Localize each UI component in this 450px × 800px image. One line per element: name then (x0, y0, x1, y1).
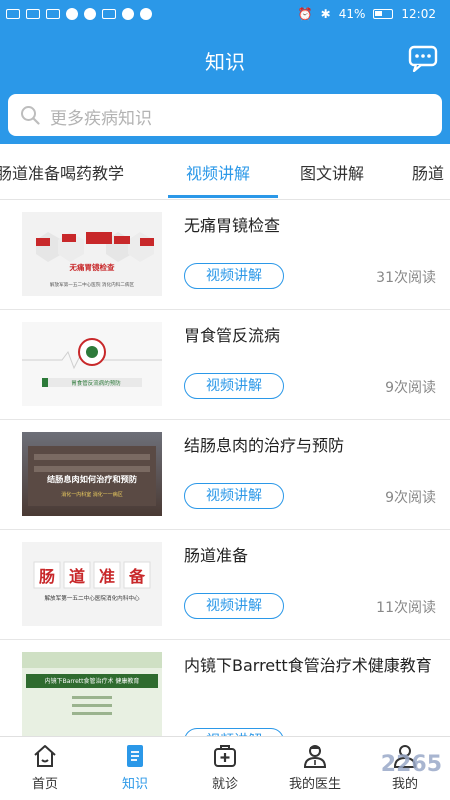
category-badge: 视频讲解 (184, 483, 284, 509)
category-badge: 视频讲解 (184, 728, 284, 736)
watermark-logo: 2265 (380, 752, 442, 777)
notification-icon (122, 8, 134, 20)
battery-percent: 41% (338, 7, 366, 21)
thumbnail-char: 肠 (39, 567, 55, 586)
signal-icon (26, 9, 40, 19)
video-thumbnail[interactable]: 内镜下Barrett食管治疗术 健康教育 (22, 652, 162, 736)
thumbnail-title: 无痛胃镜检查 (69, 262, 115, 272)
status-icons-right: ⏰ ✱ 41% 12:02 (298, 7, 436, 21)
read-count: 9次阅读 (385, 490, 436, 506)
tab-video[interactable]: 视频讲解 (186, 160, 250, 184)
wifi-icon (66, 8, 78, 20)
read-count: 11次阅读 (376, 600, 436, 616)
tab-bowel[interactable]: 肠道 (412, 160, 444, 184)
category-badge: 视频讲解 (184, 373, 284, 399)
signal-icon (46, 9, 60, 19)
active-tab-indicator (168, 195, 278, 198)
tab-bowel-prep-teaching[interactable]: 肠道准备喝药教学 (0, 160, 124, 184)
home-icon (34, 745, 56, 767)
search-input[interactable]: 更多疾病知识 (8, 94, 442, 136)
item-title[interactable]: 胃食管反流病 (184, 324, 434, 348)
item-title[interactable]: 内镜下Barrett食管治疗术健康教育 (184, 654, 434, 678)
article-list: 无痛胃镜检查 解放军第一五二中心医院 消化内科二病区 无痛胃镜检查 视频讲解 3… (0, 200, 450, 736)
read-count: 31次阅读 (376, 270, 436, 286)
nav-visit[interactable]: 就诊 (180, 743, 270, 799)
list-item[interactable]: 内镜下Barrett食管治疗术 健康教育 内镜下Barrett食管治疗术健康教育… (0, 640, 450, 736)
search-placeholder: 更多疾病知识 (50, 109, 152, 129)
notification-icon (140, 8, 152, 20)
nav-label: 首页 (31, 777, 58, 792)
thumbnail-title: 胃食管反流病的预防 (71, 379, 121, 387)
item-title[interactable]: 无痛胃镜检查 (184, 214, 434, 238)
status-bar: ⏰ ✱ 41% 12:02 (0, 0, 450, 30)
status-icons-left (6, 8, 152, 20)
doctor-icon (303, 745, 327, 768)
thumbnail-title: 内镜下Barrett食管治疗术 健康教育 (45, 677, 140, 685)
nav-home[interactable]: 首页 (0, 743, 90, 799)
video-thumbnail[interactable]: 结肠息肉如何治疗和预防 消化一内科室 消化一一病区 (22, 432, 162, 516)
chat-app-icon (84, 8, 96, 20)
nav-label: 知识 (121, 777, 148, 792)
category-badge: 视频讲解 (184, 263, 284, 289)
search-icon (21, 106, 40, 125)
list-item[interactable]: 胃食管反流病的预防 胃食管反流病 视频讲解 9次阅读 (0, 310, 450, 420)
thumbnail-caption: 消化一内科室 消化一一病区 (61, 491, 123, 498)
category-tabs: 肠道准备喝药教学 视频讲解 图文讲解 肠道 (0, 144, 450, 200)
list-item[interactable]: 肠 道 准 备 解放军第一五二中心医院消化内科中心 肠道准备 视频讲解 11次阅… (0, 530, 450, 640)
thumbnail-title: 结肠息肉如何治疗和预防 (47, 474, 137, 484)
thumbnail-caption: 解放军第一五二中心医院消化内科中心 (44, 594, 140, 602)
thumbnail-char: 准 (99, 567, 115, 586)
nav-my-doctor[interactable]: 我的医生 (270, 743, 360, 799)
list-item[interactable]: 结肠息肉如何治疗和预防 消化一内科室 消化一一病区 结肠息肉的治疗与预防 视频讲… (0, 420, 450, 530)
read-count: 9次阅读 (385, 380, 436, 396)
medical-kit-icon (214, 745, 236, 767)
video-thumbnail[interactable]: 无痛胃镜检查 解放军第一五二中心医院 消化内科二病区 (22, 212, 162, 296)
message-icon[interactable] (408, 44, 438, 72)
item-title[interactable]: 结肠息肉的治疗与预防 (184, 434, 434, 458)
page-title: 知识 (205, 50, 245, 74)
app-header: ⏰ ✱ 41% 12:02 知识 更多疾病知识 (0, 0, 450, 144)
nav-knowledge[interactable]: 知识 (90, 743, 180, 799)
tab-text-image[interactable]: 图文讲解 (300, 160, 364, 184)
video-thumbnail[interactable]: 肠 道 准 备 解放军第一五二中心医院消化内科中心 (22, 542, 162, 626)
thumbnail-char: 道 (69, 567, 85, 586)
alarm-icon: ⏰ (297, 7, 313, 21)
list-item[interactable]: 无痛胃镜检查 解放军第一五二中心医院 消化内科二病区 无痛胃镜检查 视频讲解 3… (0, 200, 450, 310)
nav-label: 就诊 (211, 777, 238, 792)
thumbnail-char: 备 (128, 567, 146, 586)
category-badge: 视频讲解 (184, 593, 284, 619)
clock: 12:02 (401, 7, 436, 21)
notification-icon (102, 9, 116, 19)
video-thumbnail[interactable]: 胃食管反流病的预防 (22, 322, 162, 406)
bluetooth-icon: ✱ (320, 7, 331, 21)
nav-label: 我的医生 (288, 777, 341, 792)
battery-icon (373, 9, 394, 19)
hd-icon (6, 9, 20, 19)
thumbnail-caption: 解放军第一五二中心医院 消化内科二病区 (50, 281, 135, 288)
book-icon (127, 745, 143, 767)
item-title[interactable]: 肠道准备 (184, 544, 434, 568)
